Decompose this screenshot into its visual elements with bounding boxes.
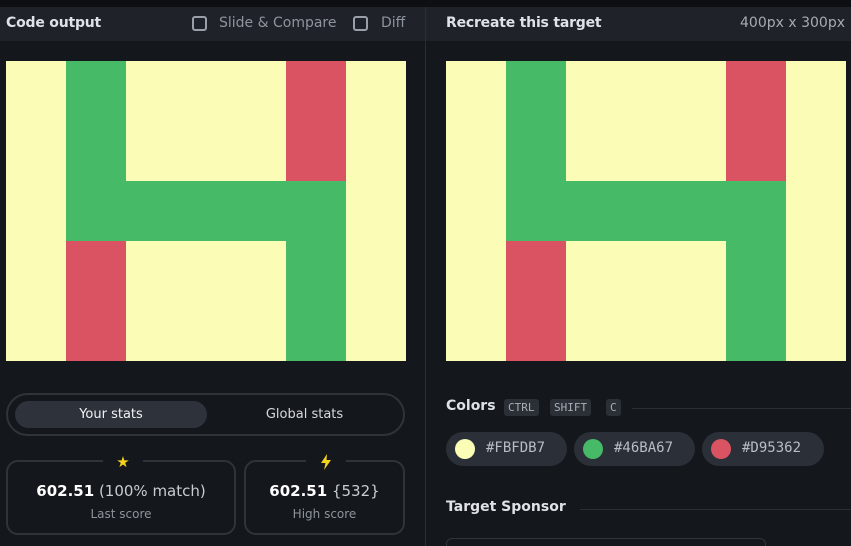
shortcut-key-shift: SHIFT (550, 399, 592, 416)
last-score-value: 602.51 (100% match) (8, 482, 234, 500)
global-stats-tab[interactable]: Global stats (212, 401, 397, 428)
color-swatch[interactable]: #46BA67 (574, 432, 695, 466)
target-canvas (446, 61, 846, 361)
last-score-label: Last score (90, 507, 152, 521)
panel-divider (425, 7, 426, 546)
green-vertical-right (726, 181, 786, 361)
color-dot (583, 439, 603, 459)
last-score-card: ★ 602.51 (100% match) Last score (6, 452, 236, 535)
high-score-value: 602.51 {532} (246, 482, 403, 500)
code-output-canvas[interactable] (6, 61, 406, 361)
stats-toggle: Your stats Global stats (6, 393, 405, 436)
target-header: Recreate this target 400px x 300px (426, 7, 851, 41)
red-block-top-right (726, 61, 786, 181)
diff-checkbox[interactable] (353, 16, 368, 31)
color-dot (455, 439, 475, 459)
sponsor-card[interactable] (446, 538, 766, 546)
green-vertical-right (286, 181, 346, 361)
target-title: Recreate this target (446, 15, 602, 31)
lightning-icon (306, 452, 346, 472)
shortcut-key-c: C (606, 399, 621, 416)
star-icon: ★ (103, 452, 143, 472)
color-dot (711, 439, 731, 459)
code-output-header: Code output Slide & Compare Diff (0, 7, 425, 41)
red-block-bottom-left (506, 241, 566, 361)
your-stats-tab[interactable]: Your stats (15, 401, 207, 428)
color-hex: #46BA67 (614, 440, 674, 456)
slide-compare-label[interactable]: Slide & Compare (219, 15, 337, 31)
high-score-detail: {532} (331, 482, 380, 500)
shortcut-key-ctrl: CTRL (504, 399, 539, 416)
last-score-number: 602.51 (36, 482, 95, 500)
colors-title: Colors (446, 398, 496, 414)
last-score-detail: (100% match) (98, 482, 206, 500)
high-score-number: 602.51 (269, 482, 328, 500)
slide-compare-checkbox[interactable] (192, 16, 207, 31)
diff-label[interactable]: Diff (381, 15, 405, 31)
high-score-label: High score (292, 507, 357, 521)
target-sponsor-title: Target Sponsor (446, 499, 566, 515)
color-swatch[interactable]: #FBFDB7 (446, 432, 567, 466)
app-root: Code output Slide & Compare Diff Recreat… (0, 0, 851, 546)
top-strip (0, 0, 851, 7)
color-swatch[interactable]: #D95362 (702, 432, 824, 466)
red-block-top-right (286, 61, 346, 181)
color-hex: #FBFDB7 (486, 440, 546, 456)
code-output-title: Code output (6, 15, 102, 31)
sponsor-divider (580, 509, 851, 510)
target-dimensions: 400px x 300px (740, 15, 845, 31)
color-hex: #D95362 (742, 440, 802, 456)
red-block-bottom-left (66, 241, 126, 361)
high-score-card: 602.51 {532} High score (244, 452, 405, 535)
colors-divider (632, 408, 851, 409)
